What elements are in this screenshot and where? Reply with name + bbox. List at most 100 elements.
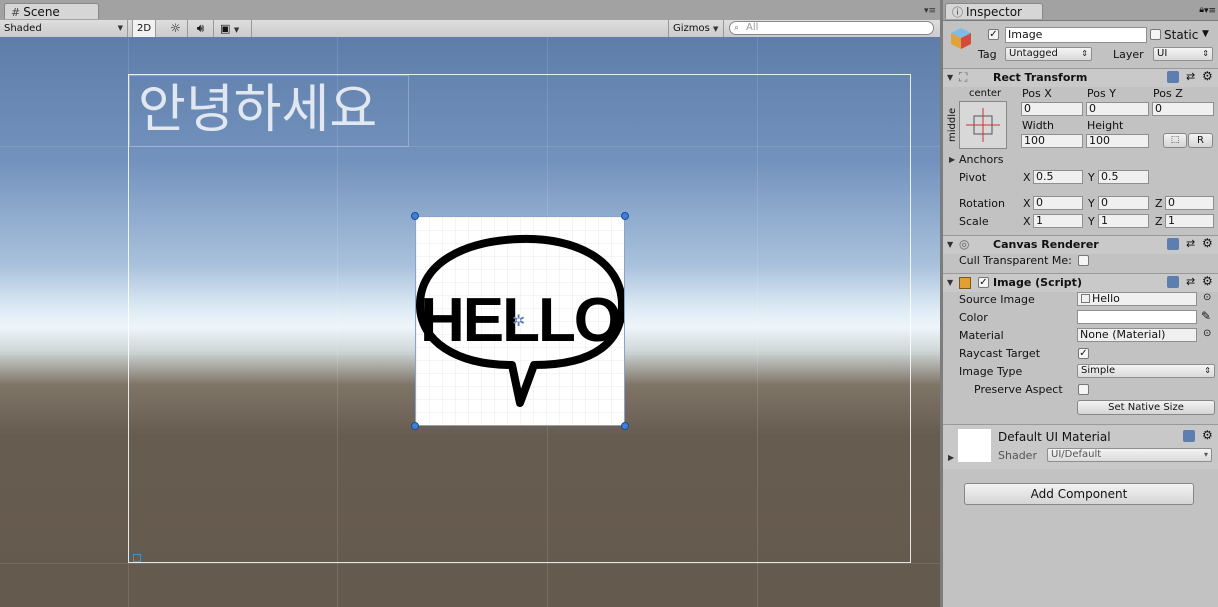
panel-menu-icon[interactable]: ▾≡ — [1204, 6, 1216, 16]
rotation-x-field[interactable]: 0 — [1033, 196, 1083, 210]
speaker-icon: 🔊︎ — [196, 21, 205, 35]
gear-icon[interactable]: ⚙ — [1202, 428, 1213, 442]
help-icon[interactable] — [1167, 238, 1179, 250]
shader-dropdown[interactable]: UI/Default ▾ — [1047, 448, 1212, 462]
source-image-field[interactable]: Hello — [1077, 292, 1197, 306]
anchor-presets-button[interactable] — [959, 101, 1007, 149]
color-label: Color — [959, 311, 988, 324]
eyedropper-icon[interactable]: ✎ — [1201, 309, 1211, 323]
pivot-x-field[interactable]: 0.5 — [1033, 170, 1083, 184]
rect-handle[interactable] — [411, 422, 419, 430]
static-checkbox[interactable] — [1150, 29, 1161, 40]
canvas-origin-icon — [133, 554, 141, 562]
pivot-label: Pivot — [959, 171, 987, 184]
gizmos-dropdown[interactable]: Gizmos ▼ — [668, 20, 724, 37]
effects-dropdown[interactable]: ▣ ▼ — [216, 20, 252, 37]
scene-panel: # Scene ▾≡ Shaded ▼ 2D ☼ 🔊︎ ▣ ▼ Gizmos ▼ … — [0, 0, 940, 607]
pivot-icon[interactable]: ✲ — [512, 311, 525, 330]
blueprint-mode-button[interactable]: ⬚ — [1163, 133, 1187, 148]
raw-edit-button[interactable]: R — [1188, 133, 1213, 148]
anchor-h-label: center — [969, 88, 1002, 99]
panel-menu-icon[interactable]: ▾≡ — [924, 6, 936, 16]
scene-tab-bar: # Scene ▾≡ — [0, 0, 940, 21]
object-name-field[interactable]: Image — [1005, 27, 1147, 43]
width-field[interactable]: 100 — [1021, 134, 1083, 148]
static-dropdown-icon[interactable]: ▼ — [1202, 29, 1209, 39]
pivot-x-label: X — [1023, 171, 1031, 184]
rect-handle[interactable] — [411, 212, 419, 220]
foldout-collapsed-icon[interactable]: ▶ — [948, 453, 954, 462]
cull-transparent-checkbox[interactable] — [1078, 255, 1089, 266]
pos-y-field[interactable]: 0 — [1086, 102, 1149, 116]
layer-dropdown[interactable]: UI ⇕ — [1153, 47, 1213, 61]
chevron-updown-icon: ⇕ — [1204, 366, 1211, 375]
pos-z-field[interactable]: 0 — [1152, 102, 1214, 116]
active-checkbox[interactable]: ✓ — [988, 29, 999, 40]
help-icon[interactable] — [1167, 71, 1179, 83]
gear-icon[interactable]: ⚙ — [1202, 236, 1213, 250]
shader-label: Shader — [998, 449, 1037, 462]
shading-mode-dropdown[interactable]: Shaded ▼ — [0, 20, 128, 37]
scale-z-label: Z — [1155, 215, 1163, 228]
raycast-target-label: Raycast Target — [959, 347, 1041, 360]
tag-dropdown[interactable]: Untagged ⇕ — [1005, 47, 1092, 61]
scene-toolbar: Shaded ▼ 2D ☼ 🔊︎ ▣ ▼ Gizmos ▼ ⌕ All — [0, 20, 940, 38]
foldout-collapsed-icon[interactable]: ▶ — [949, 155, 955, 164]
foldout-expanded-icon[interactable]: ▼ — [947, 240, 953, 249]
image-script-header[interactable]: ▼ ✓ Image (Script) ⇄ ⚙ — [943, 273, 1218, 292]
help-icon[interactable] — [1167, 276, 1179, 288]
rotation-x-label: X — [1023, 197, 1031, 210]
rect-handle[interactable] — [621, 212, 629, 220]
object-picker-icon[interactable]: ⊙ — [1203, 328, 1211, 339]
scene-search-input[interactable]: ⌕ All — [729, 21, 934, 35]
height-label: Height — [1087, 119, 1124, 132]
anchors-label[interactable]: Anchors — [959, 153, 1004, 166]
help-icon[interactable] — [1183, 430, 1195, 442]
preset-icon[interactable]: ⇄ — [1186, 275, 1195, 288]
pos-x-field[interactable]: 0 — [1021, 102, 1083, 116]
rotation-y-field[interactable]: 0 — [1098, 196, 1149, 210]
scale-y-field[interactable]: 1 — [1098, 214, 1149, 228]
source-image-label: Source Image — [959, 293, 1035, 306]
preserve-aspect-checkbox[interactable] — [1078, 384, 1089, 395]
tab-scene[interactable]: # Scene — [4, 3, 99, 19]
rotation-z-field[interactable]: 0 — [1165, 196, 1214, 210]
tab-inspector[interactable]: ⓘ Inspector — [945, 3, 1043, 19]
rect-transform-icon: ⛶ — [959, 70, 968, 84]
foldout-expanded-icon[interactable]: ▼ — [947, 278, 953, 287]
object-picker-icon[interactable]: ⊙ — [1203, 292, 1211, 303]
canvas-renderer-header[interactable]: ▼ ◎ Canvas Renderer ⇄ ⚙ — [943, 235, 1218, 254]
scale-label: Scale — [959, 215, 989, 228]
height-field[interactable]: 100 — [1086, 134, 1149, 148]
gear-icon[interactable]: ⚙ — [1202, 274, 1213, 288]
audio-toggle-button[interactable]: 🔊︎ — [188, 20, 214, 37]
text-object-bounds[interactable]: 안녕하세요 — [129, 75, 409, 147]
search-icon: ⌕ — [734, 23, 740, 33]
scale-z-field[interactable]: 1 — [1165, 214, 1214, 228]
material-field[interactable]: None (Material) — [1077, 328, 1197, 342]
image-enabled-checkbox[interactable]: ✓ — [978, 277, 989, 288]
inspector-tab-bar: ⓘ Inspector 🔒︎ ▾≡ — [943, 0, 1218, 21]
scale-x-field[interactable]: 1 — [1033, 214, 1083, 228]
foldout-expanded-icon[interactable]: ▼ — [947, 73, 953, 82]
color-field[interactable] — [1077, 310, 1197, 324]
set-native-size-button[interactable]: Set Native Size — [1077, 400, 1215, 415]
image-type-dropdown[interactable]: Simple ⇕ — [1077, 364, 1215, 378]
add-component-button[interactable]: Add Component — [964, 483, 1194, 505]
rect-handle[interactable] — [621, 422, 629, 430]
preserve-aspect-label: Preserve Aspect — [974, 383, 1063, 396]
gear-icon[interactable]: ⚙ — [1202, 69, 1213, 83]
image-component-icon — [959, 277, 971, 289]
preset-icon[interactable]: ⇄ — [1186, 70, 1195, 83]
lighting-toggle-button[interactable]: ☼ — [164, 20, 188, 37]
pivot-y-field[interactable]: 0.5 — [1098, 170, 1149, 184]
preset-icon[interactable]: ⇄ — [1186, 237, 1195, 250]
scene-viewport[interactable]: 안녕하세요 HELLO ✲ — [0, 37, 940, 607]
rotation-label: Rotation — [959, 197, 1006, 210]
2d-toggle-button[interactable]: 2D — [132, 20, 156, 37]
width-label: Width — [1022, 119, 1054, 132]
raycast-target-checkbox[interactable]: ✓ — [1078, 348, 1089, 359]
grid-line — [0, 563, 940, 564]
rect-transform-header[interactable]: ▼ ⛶ Rect Transform ⇄ ⚙ — [943, 68, 1218, 87]
rotation-y-label: Y — [1088, 197, 1095, 210]
